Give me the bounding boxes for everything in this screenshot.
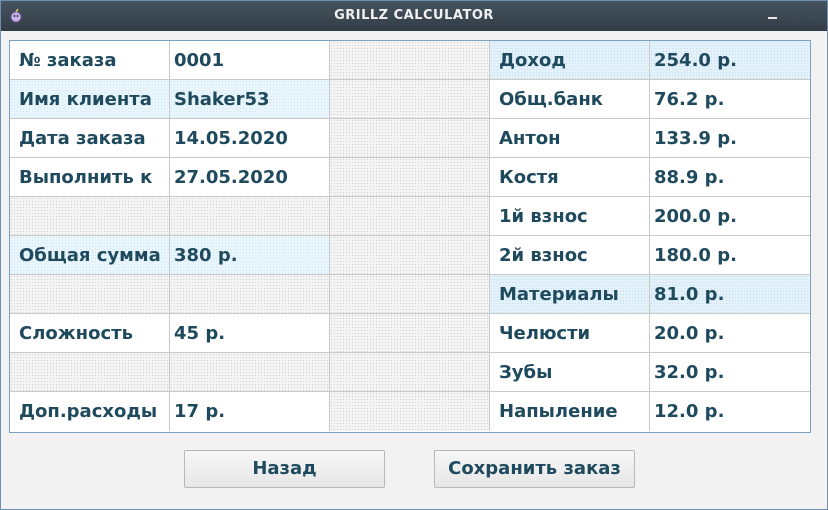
due-date-label: Выполнить к: [10, 158, 170, 197]
extra-costs-value[interactable]: 17 р.: [170, 392, 330, 431]
common-bank-label: Общ.банк: [490, 80, 650, 119]
spacer-cell: [330, 80, 490, 119]
complexity-value[interactable]: 45 р.: [170, 314, 330, 353]
maximize-icon[interactable]: [787, 7, 803, 23]
spacer-cell: [330, 314, 490, 353]
close-icon[interactable]: [807, 7, 823, 23]
empty-value-cell: [170, 275, 330, 314]
second-payment-label: 2й взнос: [490, 236, 650, 275]
coating-value[interactable]: 12.0 р.: [650, 392, 810, 431]
teeth-label: Зубы: [490, 353, 650, 392]
jaws-label: Челюсти: [490, 314, 650, 353]
minimize-icon[interactable]: [765, 7, 781, 23]
client-name-value[interactable]: Shaker53: [170, 80, 330, 119]
complexity-label: Сложность: [10, 314, 170, 353]
spacer-cell: [330, 353, 490, 392]
empty-label-cell: [10, 275, 170, 314]
total-sum-label: Общая сумма: [10, 236, 170, 275]
spacer-cell: [330, 41, 490, 80]
kostya-label: Костя: [490, 158, 650, 197]
materials-label: Материалы: [490, 275, 650, 314]
extra-costs-label: Доп.расходы: [10, 392, 170, 431]
spacer-cell: [330, 275, 490, 314]
spacer-cell: [330, 392, 490, 431]
app-window: GRILLZ CALCULATOR № заказа 0001 Доход 25…: [0, 0, 828, 510]
empty-value-cell: [170, 353, 330, 392]
kostya-value[interactable]: 88.9 р.: [650, 158, 810, 197]
client-name-label: Имя клиента: [10, 80, 170, 119]
spacer-cell: [330, 236, 490, 275]
anton-value[interactable]: 133.9 р.: [650, 119, 810, 158]
second-payment-value[interactable]: 180.0 р.: [650, 236, 810, 275]
common-bank-value[interactable]: 76.2 р.: [650, 80, 810, 119]
spacer-cell: [330, 119, 490, 158]
spacer-cell: [330, 197, 490, 236]
income-value[interactable]: 254.0 р.: [650, 41, 810, 80]
total-sum-value[interactable]: 380 р.: [170, 236, 330, 275]
coating-label: Напыление: [490, 392, 650, 431]
first-payment-value[interactable]: 200.0 р.: [650, 197, 810, 236]
anton-label: Антон: [490, 119, 650, 158]
materials-value[interactable]: 81.0 р.: [650, 275, 810, 314]
order-number-label: № заказа: [10, 41, 170, 80]
first-payment-label: 1й взнос: [490, 197, 650, 236]
back-button[interactable]: Назад: [184, 450, 385, 488]
order-date-label: Дата заказа: [10, 119, 170, 158]
save-order-button[interactable]: Сохранить заказ: [434, 450, 635, 488]
title-bar[interactable]: GRILLZ CALCULATOR: [1, 1, 827, 31]
teeth-value[interactable]: 32.0 р.: [650, 353, 810, 392]
window-title: GRILLZ CALCULATOR: [334, 8, 494, 23]
empty-label-cell: [10, 353, 170, 392]
empty-label-cell: [10, 197, 170, 236]
spacer-cell: [330, 158, 490, 197]
income-label: Доход: [490, 41, 650, 80]
jaws-value[interactable]: 20.0 р.: [650, 314, 810, 353]
order-table: № заказа 0001 Доход 254.0 р. Имя клиента…: [9, 40, 811, 433]
order-date-value[interactable]: 14.05.2020: [170, 119, 330, 158]
order-number-value[interactable]: 0001: [170, 41, 330, 80]
empty-value-cell: [170, 197, 330, 236]
due-date-value[interactable]: 27.05.2020: [170, 158, 330, 197]
